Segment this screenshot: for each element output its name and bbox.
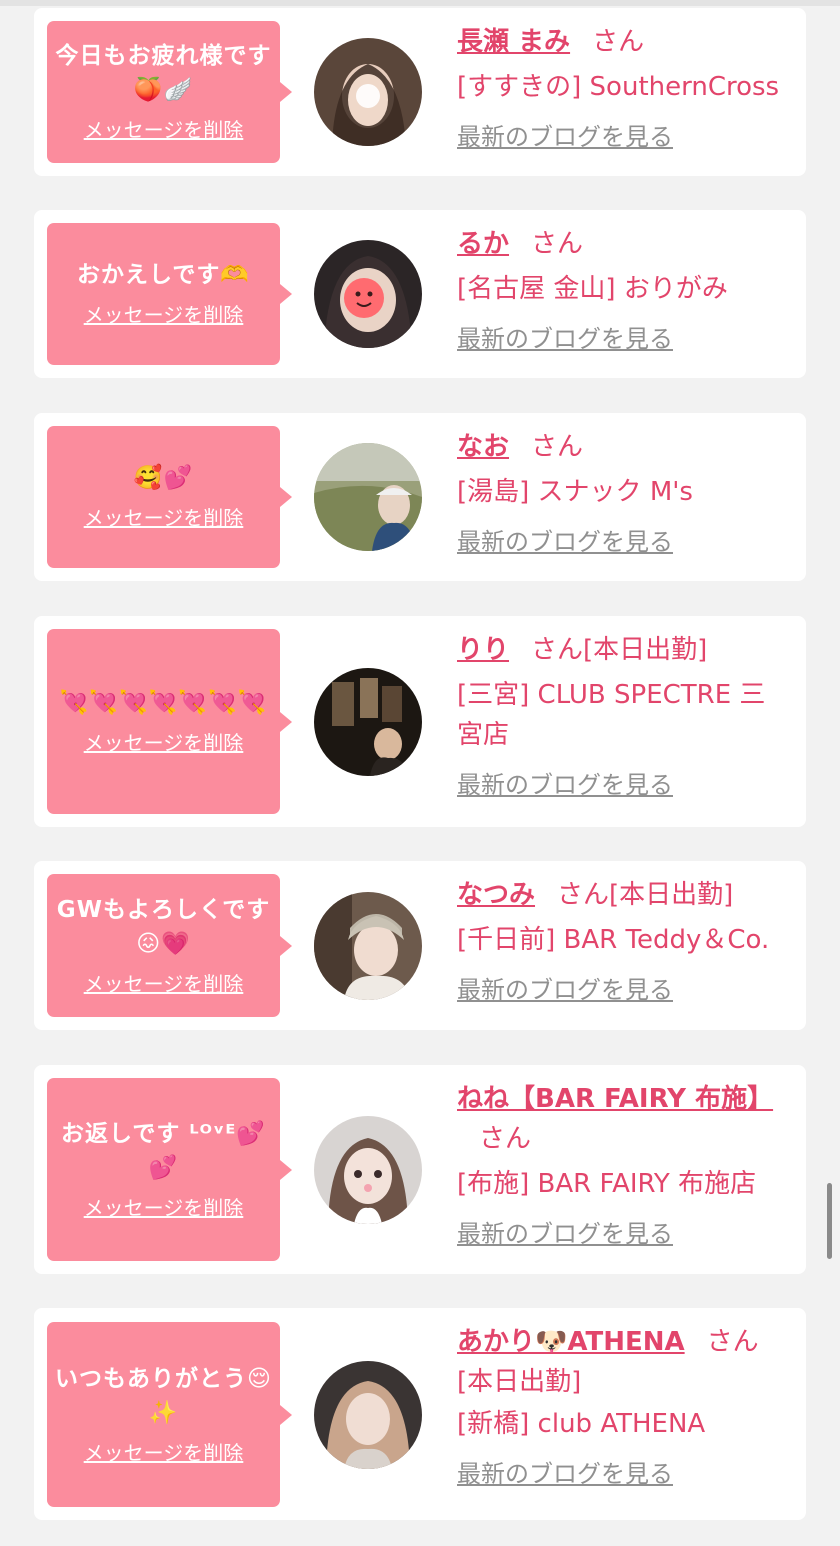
message-text: 💘💘💘💘💘💘💘 bbox=[59, 689, 268, 716]
cast-info: なお さん [湯島] スナック M's 最新のブログを見る bbox=[457, 427, 788, 558]
avatar[interactable] bbox=[314, 38, 422, 146]
delete-message-link[interactable]: メッセージを削除 bbox=[84, 730, 244, 756]
cast-info: りり さん[本日出勤] [三宮] CLUB SPECTRE 三宮店 最新のブログを… bbox=[457, 630, 788, 801]
delete-message-link[interactable]: メッセージを削除 bbox=[84, 1195, 244, 1221]
delete-message-link[interactable]: メッセージを削除 bbox=[84, 1440, 244, 1466]
scrollbar[interactable] bbox=[827, 1183, 832, 1259]
avatar[interactable] bbox=[314, 1361, 422, 1469]
shop-info: [布施] BAR FAIRY 布施店 bbox=[457, 1169, 757, 1199]
latest-blog-link[interactable]: 最新のブログを見る bbox=[457, 526, 673, 558]
message-card: GWもよろしくです😖💗 メッセージを削除 なつみ さん[本日出勤] [千日前] B… bbox=[34, 861, 806, 1030]
shop-info: [名古屋 金山] おりがみ bbox=[457, 274, 728, 304]
status-tag: [本日出勤] bbox=[457, 1367, 582, 1397]
message-card: 🥰💕 メッセージを削除 なお さん [湯島] スナック M's 最新のブログを見る bbox=[34, 413, 806, 581]
message-text: 今日もお疲れ様です🍑🪽 bbox=[55, 43, 272, 103]
shop-info: [千日前] BAR Teddy＆Co. bbox=[457, 925, 770, 955]
message-card: 💘💘💘💘💘💘💘 メッセージを削除 りり さん[本日出勤] [三宮] CLUB SP… bbox=[34, 616, 806, 827]
cast-name-link[interactable]: あかり🐶ATHENA bbox=[457, 1327, 685, 1357]
latest-blog-link[interactable]: 最新のブログを見る bbox=[457, 974, 673, 1006]
cast-name-link[interactable]: 長瀬 まみ bbox=[457, 27, 570, 57]
cast-name-link[interactable]: りり bbox=[457, 635, 509, 665]
avatar[interactable] bbox=[314, 892, 422, 1000]
avatar[interactable] bbox=[314, 668, 422, 776]
message-card: おかえしです🫶 メッセージを削除 るか さん [名古屋 金山] おりがみ 最新のブ… bbox=[34, 210, 806, 378]
message-bubble: 今日もお疲れ様です🍑🪽 メッセージを削除 bbox=[47, 21, 292, 163]
delete-message-link[interactable]: メッセージを削除 bbox=[84, 302, 244, 328]
honorific: さん bbox=[479, 1124, 532, 1154]
top-edge bbox=[0, 0, 840, 6]
message-text: お返しです ᴸᴼᵛᴱ💕💕 bbox=[61, 1120, 266, 1181]
avatar[interactable] bbox=[314, 443, 422, 551]
honorific: さん bbox=[531, 635, 584, 665]
cast-info: ねね【BAR FAIRY 布施】さん [布施] BAR FAIRY 布施店 最新… bbox=[457, 1079, 788, 1250]
message-text: GWもよろしくです😖💗 bbox=[56, 896, 271, 957]
honorific: さん bbox=[592, 27, 645, 57]
cast-info: あかり🐶ATHENA さん [本日出勤] [新橋] club ATHENA 最新の… bbox=[457, 1322, 788, 1490]
cast-name-link[interactable]: なお bbox=[457, 432, 509, 462]
message-card: お返しです ᴸᴼᵛᴱ💕💕 メッセージを削除 ねね【BAR FAIRY 布施】さん… bbox=[34, 1065, 806, 1274]
cast-info: なつみ さん[本日出勤] [千日前] BAR Teddy＆Co. 最新のブログを見… bbox=[457, 875, 788, 1006]
cast-name-link[interactable]: ねね【BAR FAIRY 布施】 bbox=[457, 1084, 773, 1114]
shop-info: [すすきの] SouthernCross bbox=[457, 72, 780, 102]
message-bubble: 💘💘💘💘💘💘💘 メッセージを削除 bbox=[47, 629, 292, 814]
message-card: 今日もお疲れ様です🍑🪽 メッセージを削除 長瀬 まみ さん [すすきの] Sout… bbox=[34, 8, 806, 176]
cast-info: るか さん [名古屋 金山] おりがみ 最新のブログを見る bbox=[457, 224, 788, 355]
avatar[interactable] bbox=[314, 240, 422, 348]
shop-info: [三宮] CLUB SPECTRE 三宮店 bbox=[457, 680, 766, 750]
message-bubble: いつもありがとう😌✨ メッセージを削除 bbox=[47, 1322, 292, 1507]
status-tag: [本日出勤] bbox=[583, 635, 708, 665]
latest-blog-link[interactable]: 最新のブログを見る bbox=[457, 1458, 673, 1490]
cast-info: 長瀬 まみ さん [すすきの] SouthernCross 最新のブログを見る bbox=[457, 22, 788, 153]
shop-info: [新橋] club ATHENA bbox=[457, 1409, 706, 1439]
latest-blog-link[interactable]: 最新のブログを見る bbox=[457, 323, 673, 355]
shop-info: [湯島] スナック M's bbox=[457, 477, 693, 507]
message-card: いつもありがとう😌✨ メッセージを削除 あかり🐶ATHENA さん [本日出勤] … bbox=[34, 1308, 806, 1520]
message-text: おかえしです🫶 bbox=[77, 262, 250, 288]
latest-blog-link[interactable]: 最新のブログを見る bbox=[457, 121, 673, 153]
message-text: 🥰💕 bbox=[133, 465, 194, 491]
delete-message-link[interactable]: メッセージを削除 bbox=[84, 117, 244, 143]
message-bubble: おかえしです🫶 メッセージを削除 bbox=[47, 223, 292, 365]
status-tag: [本日出勤] bbox=[609, 880, 734, 910]
message-bubble: 🥰💕 メッセージを削除 bbox=[47, 426, 292, 568]
latest-blog-link[interactable]: 最新のブログを見る bbox=[457, 769, 673, 801]
delete-message-link[interactable]: メッセージを削除 bbox=[84, 505, 244, 531]
message-bubble: GWもよろしくです😖💗 メッセージを削除 bbox=[47, 874, 292, 1017]
honorific: さん bbox=[531, 229, 584, 259]
message-bubble: お返しです ᴸᴼᵛᴱ💕💕 メッセージを削除 bbox=[47, 1078, 292, 1261]
honorific: さん bbox=[706, 1327, 759, 1357]
avatar[interactable] bbox=[314, 1116, 422, 1224]
message-text: いつもありがとう😌✨ bbox=[55, 1365, 272, 1426]
cast-name-link[interactable]: なつみ bbox=[457, 880, 535, 910]
latest-blog-link[interactable]: 最新のブログを見る bbox=[457, 1218, 673, 1250]
honorific: さん bbox=[531, 432, 584, 462]
delete-message-link[interactable]: メッセージを削除 bbox=[84, 971, 244, 997]
honorific: さん bbox=[557, 880, 610, 910]
cast-name-link[interactable]: るか bbox=[457, 229, 509, 259]
